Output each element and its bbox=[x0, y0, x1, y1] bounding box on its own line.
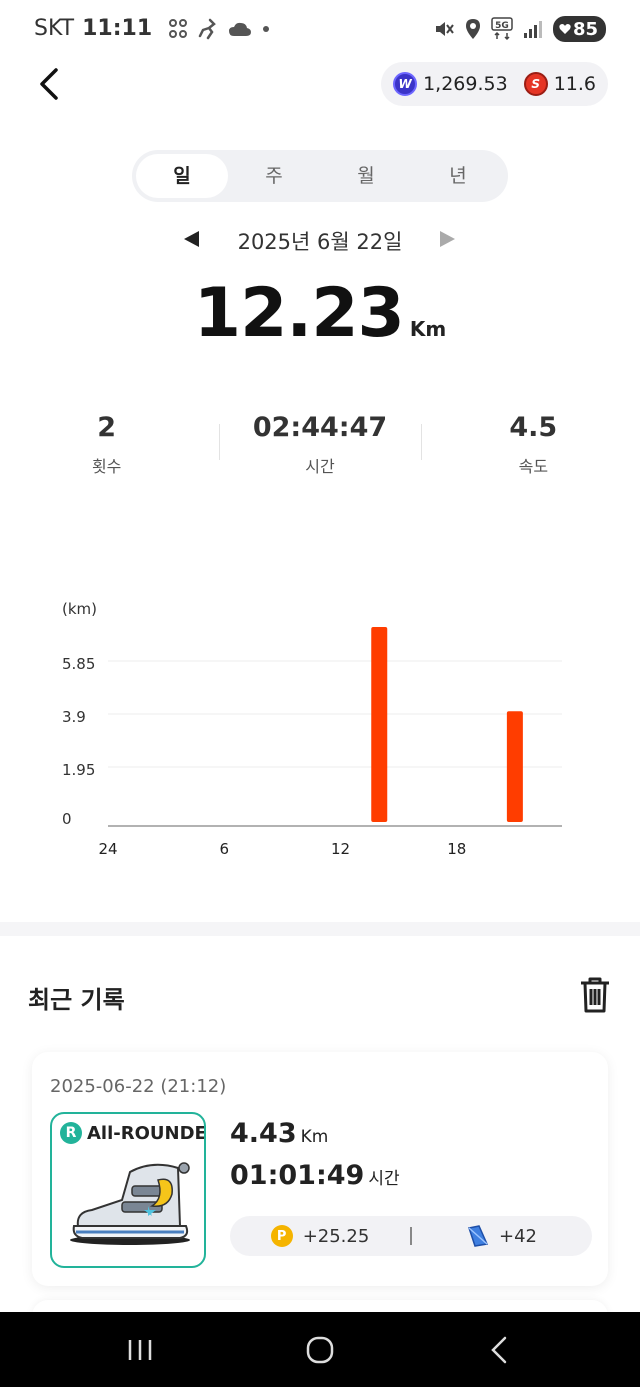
point-coin-icon: P bbox=[270, 1225, 293, 1247]
stat-count-value: 2 bbox=[97, 412, 117, 443]
tab-week[interactable]: 주 bbox=[228, 154, 320, 198]
status-bar: SKT 11:11 5G 85 bbox=[0, 0, 640, 60]
tab-month[interactable]: 월 bbox=[320, 154, 412, 198]
record-duration: 01:01:49 시간 bbox=[230, 1160, 400, 1191]
record-distance: 4.43 Km bbox=[230, 1118, 328, 1149]
record-duration-unit: 시간 bbox=[368, 1169, 400, 1189]
cloud-icon bbox=[229, 22, 252, 36]
back-nav-icon bbox=[491, 1336, 507, 1364]
recent-apps-icon bbox=[128, 1340, 152, 1360]
distance-chart: (km) 0 1.95 3.9 5.85 24 6 12 18 bbox=[0, 590, 640, 870]
rewards-bar: P +25.25 +42 bbox=[230, 1216, 592, 1256]
header: W 1,269.53 S 11.6 bbox=[0, 60, 640, 110]
gems-reward: +42 bbox=[412, 1224, 592, 1248]
shoe-thumbnail[interactable]: R All-ROUNDER bbox=[50, 1112, 206, 1268]
x-tick-label: 6 bbox=[219, 840, 229, 858]
x-tick-label: 24 bbox=[98, 840, 117, 858]
signal-icon bbox=[523, 21, 542, 38]
y-axis-unit-label: (km) bbox=[62, 600, 97, 618]
x-tick-label: 12 bbox=[331, 840, 350, 858]
balances-pill[interactable]: W 1,269.53 S 11.6 bbox=[381, 62, 608, 106]
grid-app-icon bbox=[169, 18, 188, 38]
stat-speed: 4.5 속도 bbox=[427, 412, 640, 482]
date-label: 2025년 6월 22일 bbox=[237, 230, 403, 254]
heart-battery-icon bbox=[559, 24, 571, 34]
svg-text:5G: 5G bbox=[495, 21, 509, 31]
recent-apps-button[interactable] bbox=[120, 1334, 160, 1366]
stat-speed-label: 속도 bbox=[518, 457, 549, 476]
total-distance: 12.23 Km bbox=[0, 274, 640, 353]
running-icon bbox=[198, 18, 217, 39]
w-coin-icon: W bbox=[393, 72, 418, 96]
nav-back-button[interactable] bbox=[480, 1334, 520, 1366]
stat-divider bbox=[421, 424, 422, 460]
5g-icon: 5G bbox=[491, 17, 513, 41]
chart-bar bbox=[371, 627, 388, 822]
status-left: SKT 11:11 bbox=[34, 16, 270, 41]
trash-icon bbox=[581, 977, 609, 1013]
distance-unit: Km bbox=[409, 317, 447, 341]
gem-icon bbox=[468, 1225, 489, 1247]
points-reward: P +25.25 bbox=[230, 1225, 410, 1247]
stat-speed-value: 4.5 bbox=[509, 412, 558, 443]
location-icon bbox=[465, 19, 480, 39]
w-balance-value: 1,269.53 bbox=[423, 73, 508, 95]
chevron-left-icon bbox=[40, 68, 58, 100]
recent-records-title: 최근 기록 bbox=[28, 986, 125, 1014]
dot-icon bbox=[263, 25, 270, 32]
tab-day[interactable]: 일 bbox=[136, 154, 228, 198]
record-duration-value: 01:01:49 bbox=[230, 1160, 365, 1191]
record-distance-value: 4.43 bbox=[230, 1118, 297, 1149]
battery-level: 85 bbox=[572, 18, 598, 40]
status-right: 5G 85 bbox=[433, 16, 606, 42]
record-distance-unit: Km bbox=[300, 1127, 329, 1147]
date-navigator: 2025년 6월 22일 bbox=[0, 222, 640, 262]
record-datetime: 2025-06-22 (21:12) bbox=[50, 1076, 227, 1097]
stat-time-label: 시간 bbox=[305, 457, 335, 476]
y-tick-label: 1.95 bbox=[62, 761, 95, 779]
status-icons-left bbox=[168, 18, 270, 40]
w-balance: W 1,269.53 bbox=[393, 72, 508, 96]
stat-time: 02:44:47 시간 bbox=[213, 412, 426, 482]
next-date-button[interactable] bbox=[440, 231, 455, 247]
clock: 11:11 bbox=[82, 16, 153, 41]
s-balance: S 11.6 bbox=[523, 72, 596, 96]
chart-svg: (km) 0 1.95 3.9 5.85 24 6 12 18 bbox=[62, 600, 562, 858]
record-card[interactable]: 2025-06-22 (21:12) R All-ROUNDER 4.43Km … bbox=[32, 1052, 608, 1286]
y-tick-label: 0 bbox=[62, 810, 72, 828]
section-divider bbox=[0, 922, 640, 936]
stat-time-value: 02:44:47 bbox=[252, 412, 388, 443]
home-button[interactable] bbox=[300, 1334, 340, 1366]
home-icon bbox=[306, 1336, 334, 1364]
s-balance-value: 11.6 bbox=[553, 73, 596, 95]
period-tabs: 일 주 월 년 bbox=[132, 150, 508, 202]
stats-row: 2 횟수 02:44:47 시간 4.5 속도 bbox=[0, 412, 640, 482]
carrier-label: SKT bbox=[34, 16, 75, 41]
delete-button[interactable] bbox=[578, 976, 612, 1014]
y-tick-label: 5.85 bbox=[62, 655, 95, 673]
system-nav-bar bbox=[0, 1312, 640, 1387]
sneaker-icon bbox=[70, 1162, 190, 1245]
back-button[interactable] bbox=[36, 66, 68, 102]
mute-vibrate-icon bbox=[435, 22, 454, 36]
distance-value: 12.23 bbox=[193, 274, 405, 353]
stat-count: 2 횟수 bbox=[0, 412, 213, 482]
s-coin-icon: S bbox=[523, 72, 548, 96]
gems-value: +42 bbox=[499, 1225, 537, 1247]
x-tick-label: 18 bbox=[447, 840, 466, 858]
points-value: +25.25 bbox=[302, 1225, 370, 1247]
stat-count-label: 횟수 bbox=[91, 457, 122, 476]
battery-indicator: 85 bbox=[552, 16, 606, 42]
chart-bar bbox=[506, 711, 523, 822]
y-tick-label: 3.9 bbox=[62, 708, 86, 726]
tab-year[interactable]: 년 bbox=[412, 154, 504, 198]
